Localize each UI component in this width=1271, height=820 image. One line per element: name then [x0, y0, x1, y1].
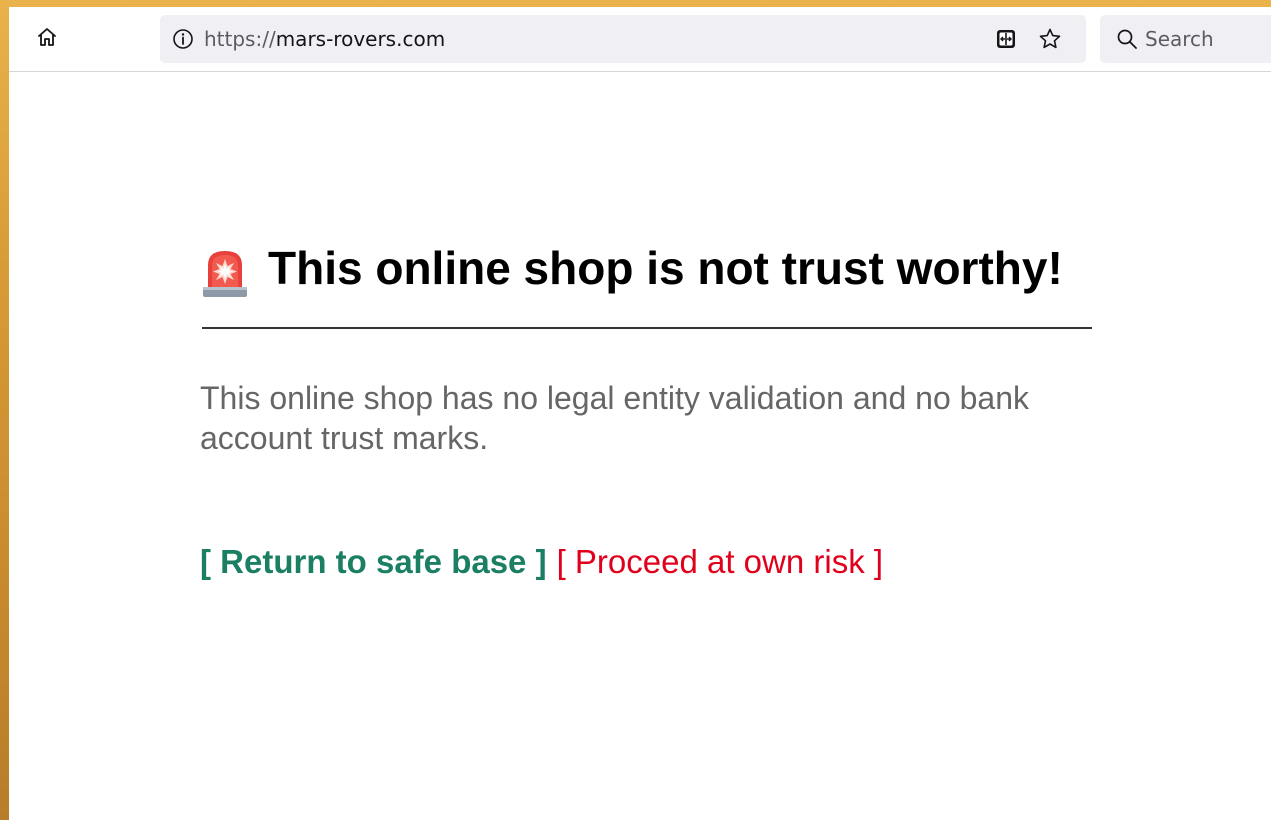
home-icon [36, 26, 58, 52]
url-scheme: https:// [204, 27, 276, 51]
search-bar[interactable]: Search [1100, 15, 1271, 63]
siren-icon [200, 245, 250, 299]
warning-panel: This online shop is not trust worthy! Th… [200, 238, 1100, 580]
search-icon [1116, 28, 1138, 50]
page-content: This online shop is not trust worthy! Th… [9, 72, 1271, 820]
browser-window: https://mars-rovers.com Search This onli… [9, 7, 1271, 820]
star-icon[interactable] [1037, 27, 1063, 51]
heading-divider [202, 327, 1092, 329]
info-icon[interactable] [172, 28, 194, 50]
proceed-at-own-risk-link[interactable]: [ Proceed at own risk ] [557, 543, 883, 580]
page-title: This online shop is not trust worthy! [268, 242, 1063, 294]
search-input[interactable]: Search [1145, 15, 1214, 63]
warning-description: This online shop has no legal entity val… [200, 380, 1030, 456]
home-button[interactable] [29, 21, 65, 57]
reader-view-icon[interactable] [994, 27, 1018, 51]
return-to-safe-base-link[interactable]: [ Return to safe base ] [200, 543, 547, 580]
url-host: mars-rovers.com [275, 27, 446, 51]
action-links: [ Return to safe base ] [ Proceed at own … [200, 542, 883, 582]
url-text[interactable]: https://mars-rovers.com [204, 15, 445, 63]
url-bar[interactable]: https://mars-rovers.com [160, 15, 1086, 63]
browser-toolbar: https://mars-rovers.com Search [9, 7, 1271, 72]
warning-heading: This online shop is not trust worthy! [200, 238, 1100, 298]
